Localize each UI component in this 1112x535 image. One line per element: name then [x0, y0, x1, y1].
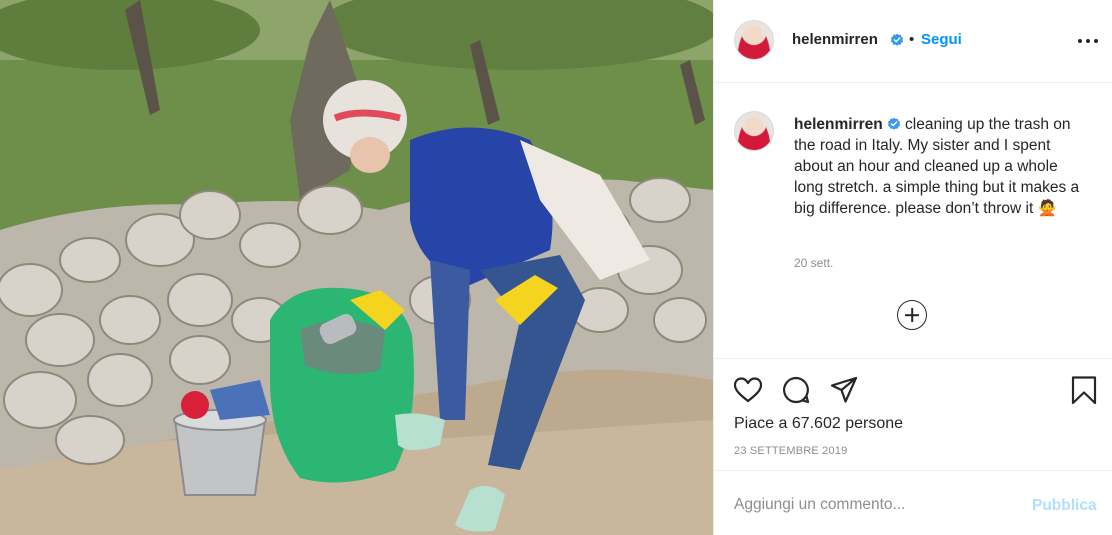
- comment-icon[interactable]: [781, 375, 811, 405]
- verified-badge-icon: [890, 33, 904, 46]
- comment-input[interactable]: [734, 494, 1024, 516]
- verified-badge-icon: [887, 117, 900, 130]
- post-date[interactable]: 23 SETTEMBRE 2019: [734, 445, 847, 457]
- comment-bar: Pubblica: [714, 472, 1112, 535]
- more-options-icon[interactable]: [1076, 28, 1100, 52]
- load-more-comments-icon[interactable]: [897, 300, 927, 330]
- share-icon[interactable]: [829, 375, 859, 405]
- post-actions: Piace a 67.602 persone 23 SETTEMBRE 2019: [714, 358, 1112, 471]
- header-separator: •: [909, 31, 915, 48]
- bookmark-icon[interactable]: [1069, 375, 1099, 405]
- post-photo[interactable]: [0, 0, 713, 535]
- follow-button[interactable]: Segui: [921, 31, 962, 48]
- publish-button[interactable]: Pubblica: [1032, 497, 1097, 515]
- heart-icon[interactable]: [733, 375, 763, 405]
- header-username[interactable]: helenmirren: [792, 31, 878, 48]
- caption-relative-date[interactable]: 20 sett.: [794, 256, 833, 270]
- caption-avatar[interactable]: [734, 111, 774, 151]
- post-photo-illustration: [0, 0, 713, 535]
- avatar[interactable]: [734, 20, 774, 60]
- caption-username[interactable]: helenmirren: [794, 116, 883, 133]
- caption-section: helenmirren cleaning up the trash on the…: [714, 84, 1112, 357]
- caption-text: helenmirren cleaning up the trash on the…: [794, 114, 1084, 219]
- post-header: helenmirren • Segui: [714, 0, 1112, 83]
- likes-count[interactable]: Piace a 67.602 persone: [734, 415, 903, 433]
- post-side-panel: helenmirren • Segui helenmirren cleaning…: [713, 0, 1112, 535]
